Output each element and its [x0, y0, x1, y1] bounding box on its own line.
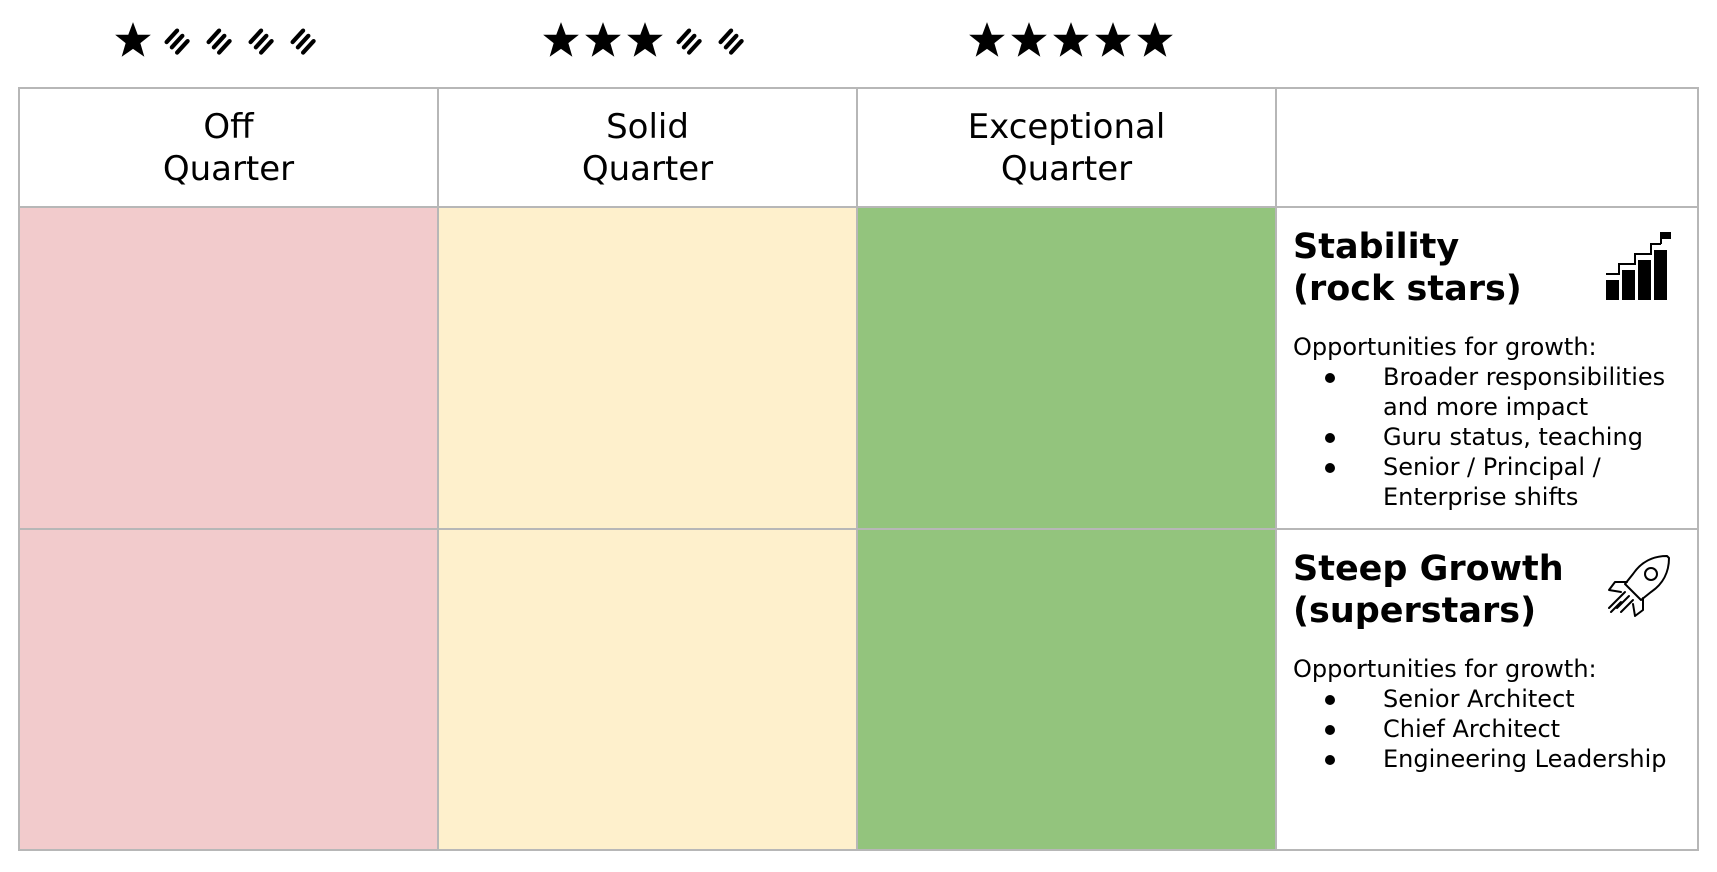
growth-list: Senior Architect Chief Architect Enginee…: [1293, 684, 1681, 774]
rating-solid-quarter: [540, 18, 750, 62]
star-empty-icon: [280, 19, 322, 61]
growth-list: Broader responsibilities and more impact…: [1293, 362, 1681, 512]
bullet-icon: [1325, 695, 1335, 705]
star-filled-icon: [1008, 19, 1050, 61]
column-header-solid-quarter: Solid Quarter: [439, 89, 858, 208]
star-filled-icon: [1050, 19, 1092, 61]
growth-intro: Opportunities for growth:: [1293, 333, 1597, 361]
list-item: Senior Architect: [1293, 684, 1681, 714]
list-item-text: Guru status, teaching: [1383, 423, 1643, 451]
star-empty-icon: [196, 19, 238, 61]
column-header-empty: [1277, 89, 1697, 208]
list-item-text: Senior / Principal / Enterprise shifts: [1383, 453, 1601, 511]
column-header-line1: Off: [203, 106, 254, 147]
row-description-stability: Stability (rock stars) Opportunities for…: [1277, 208, 1697, 530]
performance-grid: Off Quarter Solid Quarter Exceptional Qu…: [18, 87, 1699, 851]
cell-stability-exceptional: [858, 208, 1277, 530]
column-header-line2: Quarter: [162, 148, 295, 189]
column-header-exceptional-quarter: Exceptional Quarter: [858, 89, 1277, 208]
list-item: Broader responsibilities and more impact: [1293, 362, 1681, 422]
rocket-icon: [1603, 552, 1673, 624]
star-empty-icon: [154, 19, 196, 61]
column-header-off-quarter: Off Quarter: [20, 89, 439, 208]
row-description-steep-growth: Steep Growth (superstars) Opportunities …: [1277, 530, 1697, 849]
rating-off-quarter: [112, 18, 322, 62]
cell-steep-growth-exceptional: [858, 530, 1277, 849]
star-empty-icon: [238, 19, 280, 61]
list-item: Chief Architect: [1293, 714, 1681, 744]
row-title: Steep Growth (superstars): [1293, 548, 1573, 632]
row-title: Stability (rock stars): [1293, 226, 1573, 310]
rating-exceptional-quarter: [966, 18, 1176, 62]
row-title-line2: (superstars): [1293, 591, 1537, 631]
star-filled-icon: [1092, 19, 1134, 61]
row-title-line1: Stability: [1293, 227, 1460, 267]
star-filled-icon: [966, 19, 1008, 61]
star-empty-icon: [708, 19, 750, 61]
list-item: Senior / Principal / Enterprise shifts: [1293, 452, 1681, 512]
star-filled-icon: [582, 19, 624, 61]
list-item: Guru status, teaching: [1293, 422, 1681, 452]
star-empty-icon: [666, 19, 708, 61]
list-item: Engineering Leadership: [1293, 744, 1681, 774]
rating-row: [0, 18, 1717, 62]
list-item-text: Chief Architect: [1383, 715, 1561, 743]
cell-stability-solid: [439, 208, 858, 530]
star-filled-icon: [1134, 19, 1176, 61]
growth-intro: Opportunities for growth:: [1293, 655, 1597, 683]
bullet-icon: [1325, 433, 1335, 443]
row-title-line2: (rock stars): [1293, 269, 1522, 309]
column-header-line1: Exceptional: [967, 106, 1166, 147]
bullet-icon: [1325, 725, 1335, 735]
cell-steep-growth-solid: [439, 530, 858, 849]
row-title-line1: Steep Growth: [1293, 549, 1564, 589]
bullet-icon: [1325, 463, 1335, 473]
star-filled-icon: [112, 19, 154, 61]
star-filled-icon: [540, 19, 582, 61]
column-header-line1: Solid: [606, 106, 689, 147]
list-item-text: Broader responsibilities and more impact: [1383, 363, 1666, 421]
list-item-text: Senior Architect: [1383, 685, 1575, 713]
bullet-icon: [1325, 755, 1335, 765]
list-item-text: Engineering Leadership: [1383, 745, 1667, 773]
cell-stability-off: [20, 208, 439, 530]
column-header-line2: Quarter: [581, 148, 714, 189]
star-filled-icon: [624, 19, 666, 61]
bullet-icon: [1325, 373, 1335, 383]
column-header-line2: Quarter: [1000, 148, 1133, 189]
growth-stairs-icon: [1603, 230, 1673, 302]
cell-steep-growth-off: [20, 530, 439, 849]
